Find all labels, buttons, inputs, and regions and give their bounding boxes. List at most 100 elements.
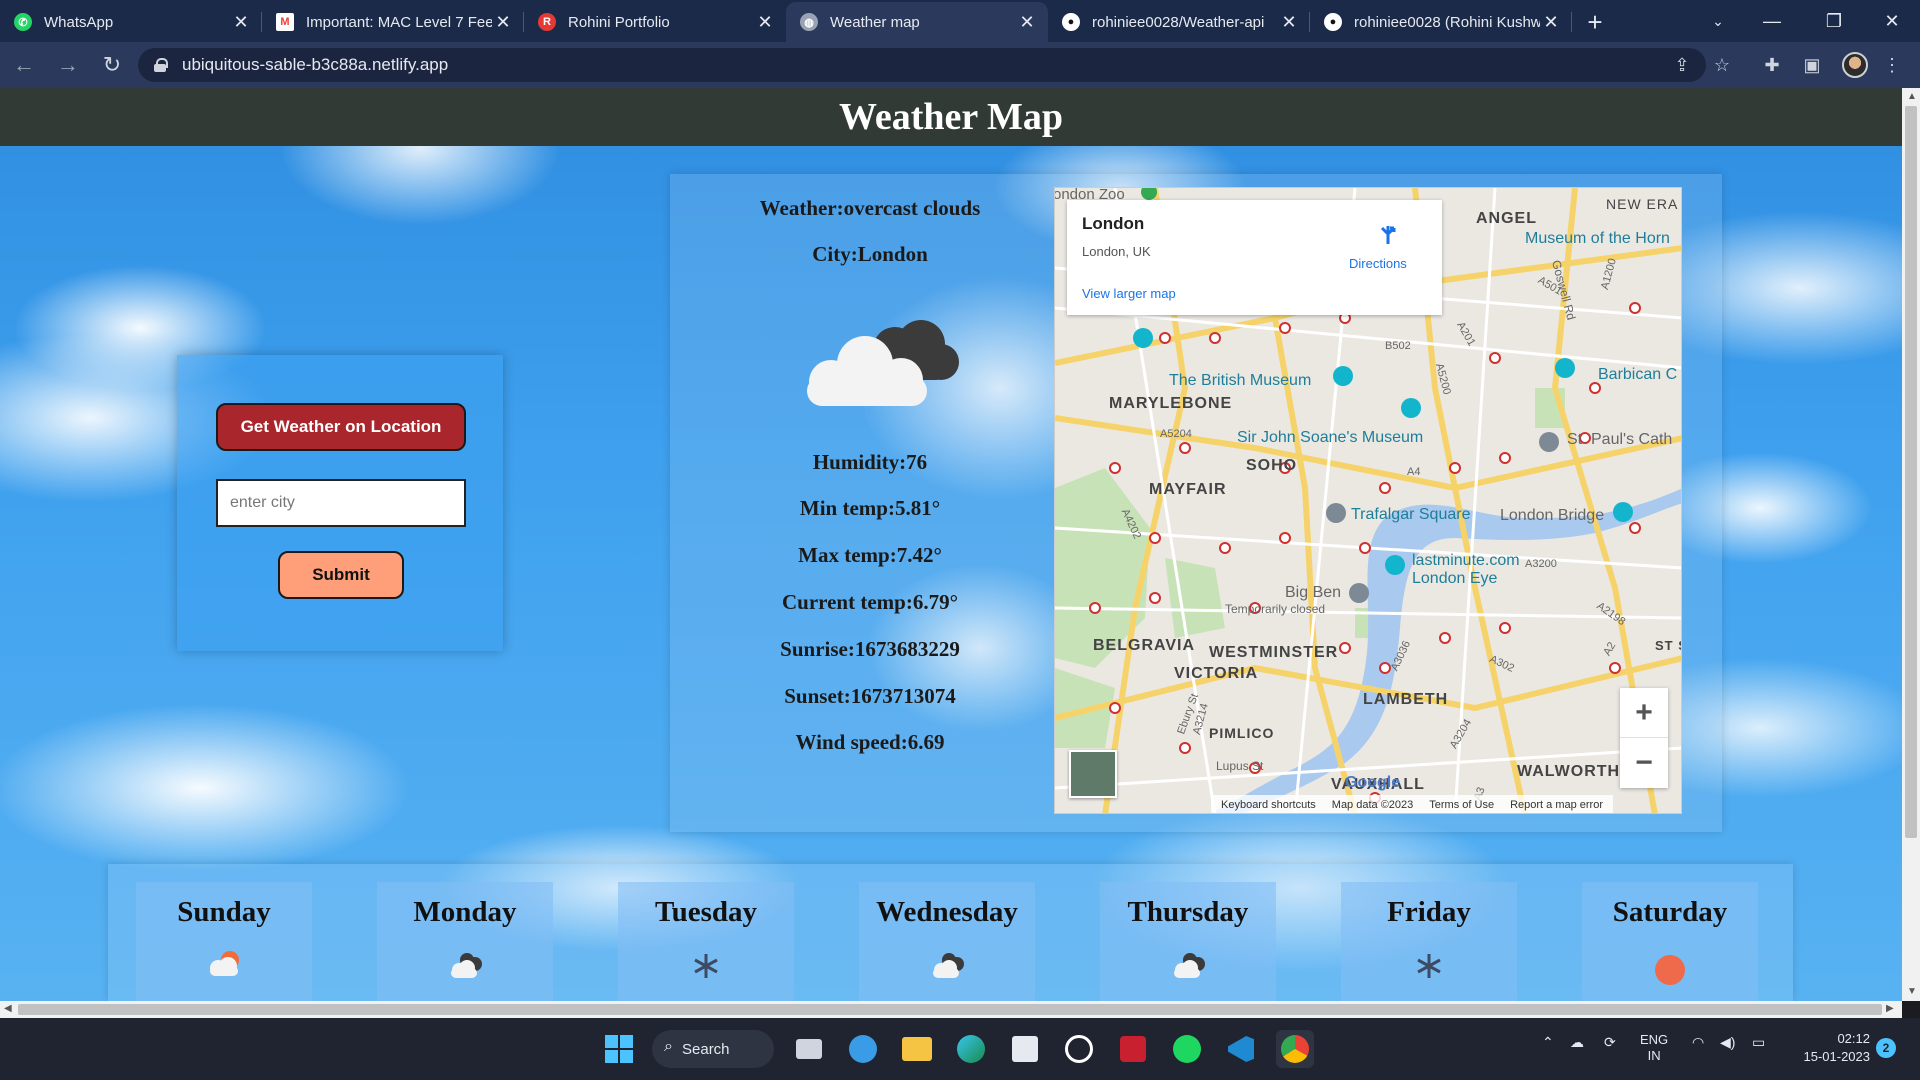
task-view-icon[interactable]: [790, 1030, 828, 1068]
directions-link[interactable]: Directions: [1349, 256, 1407, 271]
humidity-value: Humidity:76: [812, 450, 928, 474]
tab-portfolio[interactable]: R Rohini Portfolio ✕: [524, 2, 786, 42]
terms-link[interactable]: Terms of Use: [1429, 799, 1494, 811]
wifi-icon[interactable]: ◠: [1692, 1034, 1704, 1051]
vertical-scrollbar[interactable]: ▲ ▼: [1902, 88, 1920, 1001]
restore-button[interactable]: ❐: [1806, 0, 1862, 42]
mcafee-icon[interactable]: [1114, 1030, 1152, 1068]
close-icon[interactable]: ✕: [1016, 12, 1038, 33]
help-icon[interactable]: [844, 1030, 882, 1068]
close-icon[interactable]: ✕: [1540, 12, 1562, 33]
current-temp-value: Current temp:6.79°: [782, 590, 958, 614]
sync-icon[interactable]: ⟳: [1604, 1034, 1616, 1051]
snowflake-icon: [1417, 954, 1441, 978]
day-card: Sunday: [136, 882, 312, 1001]
forward-arrow-icon[interactable]: →: [48, 45, 88, 85]
day-card: Friday: [1341, 882, 1517, 1001]
menu-dots-icon[interactable]: ⋮: [1880, 53, 1904, 77]
tab-whatsapp[interactable]: ✆ WhatsApp ✕: [0, 2, 262, 42]
horizontal-scroll-thumb[interactable]: [18, 1004, 1882, 1015]
zoom-out-button[interactable]: −: [1620, 738, 1668, 788]
sunset-value: Sunset:1673713074: [784, 684, 956, 708]
tab-github-profile[interactable]: ● rohiniee0028 (Rohini Kushw ✕: [1310, 2, 1572, 42]
page-viewport: Weather Map Get Weather on Location Subm…: [0, 88, 1902, 1001]
tab-weather-map[interactable]: ◍ Weather map ✕: [786, 2, 1048, 42]
map-place-address: London, UK: [1082, 244, 1151, 259]
new-tab-button[interactable]: +: [1572, 2, 1618, 42]
onedrive-icon[interactable]: ☁: [1570, 1034, 1584, 1051]
vertical-scroll-thumb[interactable]: [1905, 106, 1917, 838]
dark-cloud-icon: [451, 953, 482, 978]
region-code: IN: [1647, 1048, 1661, 1063]
gmail-icon: M: [276, 13, 294, 31]
volume-icon[interactable]: ◀): [1720, 1034, 1735, 1051]
min-temp-value: Min temp:5.81°: [799, 496, 941, 520]
edge-icon[interactable]: [952, 1030, 990, 1068]
chevron-up-icon[interactable]: ⌃: [1542, 1034, 1554, 1051]
keyboard-shortcuts-link[interactable]: Keyboard shortcuts: [1221, 799, 1316, 811]
map-zoom-control: + −: [1620, 688, 1668, 788]
close-icon[interactable]: ✕: [230, 12, 252, 33]
map-label: Barbican C: [1598, 366, 1678, 383]
weather-panel: Weather:overcast clouds City:London Humi…: [670, 174, 1722, 832]
map-label: A5204: [1160, 428, 1192, 440]
taskbar-search[interactable]: ⌕ Search: [652, 1030, 774, 1068]
day-name: Sunday: [177, 896, 271, 928]
view-larger-map-link[interactable]: View larger map: [1082, 286, 1176, 301]
file-explorer-icon[interactable]: [898, 1030, 936, 1068]
get-weather-location-button[interactable]: Get Weather on Location: [216, 403, 466, 451]
clock-time: 02:12: [1837, 1031, 1870, 1046]
day-name: Wednesday: [876, 896, 1018, 928]
satellite-toggle[interactable]: [1069, 750, 1117, 798]
scroll-right-icon[interactable]: ▶: [1886, 1003, 1894, 1014]
language-indicator[interactable]: ENG IN: [1640, 1032, 1668, 1064]
minimize-button[interactable]: —: [1744, 0, 1800, 42]
directions-icon[interactable]: [1377, 224, 1399, 246]
city-input[interactable]: [216, 479, 466, 527]
day-card: Saturday: [1582, 882, 1758, 1001]
spotify-icon[interactable]: [1168, 1030, 1206, 1068]
close-icon[interactable]: ✕: [492, 12, 514, 33]
day-name: Thursday: [1127, 896, 1249, 928]
chrome-icon[interactable]: [1276, 1030, 1314, 1068]
map-embed[interactable]: ondon Zoo NEW ERA ANGEL Museum of the Ho…: [1054, 187, 1682, 814]
close-icon[interactable]: ✕: [1278, 12, 1300, 33]
notification-badge[interactable]: 2: [1876, 1038, 1896, 1058]
clock[interactable]: 02:12 15-01-2023: [1790, 1030, 1871, 1066]
close-icon[interactable]: ✕: [754, 12, 776, 33]
scroll-up-icon[interactable]: ▲: [1907, 91, 1917, 102]
side-panel-icon[interactable]: ▣: [1800, 53, 1824, 77]
map-label: NEW ERA: [1606, 196, 1679, 212]
map-data-text: Map data ©2023: [1331, 799, 1414, 811]
map-place-name: London: [1082, 214, 1145, 233]
battery-icon[interactable]: ▭: [1752, 1034, 1765, 1051]
tab-search-icon[interactable]: ⌄: [1690, 0, 1746, 42]
scroll-left-icon[interactable]: ◀: [4, 1003, 12, 1014]
lock-icon[interactable]: [154, 58, 168, 72]
zoom-in-button[interactable]: +: [1620, 688, 1668, 738]
day-card: Monday: [377, 882, 553, 1001]
tab-gmail[interactable]: M Important: MAC Level 7 Fee ✕: [262, 2, 524, 42]
store-icon[interactable]: [1006, 1030, 1044, 1068]
submit-button[interactable]: Submit: [278, 551, 404, 599]
map-label: London Bridge: [1500, 507, 1605, 524]
report-error-link[interactable]: Report a map error: [1510, 799, 1603, 811]
map-label: ST S: [1655, 638, 1681, 653]
extensions-icon[interactable]: ✚: [1760, 53, 1784, 77]
tab-github-repo[interactable]: ● rohiniee0028/Weather-api ✕: [1048, 2, 1310, 42]
profile-avatar[interactable]: [1842, 52, 1868, 78]
scroll-down-icon[interactable]: ▼: [1907, 986, 1917, 997]
horizontal-scrollbar[interactable]: ◀ ▶: [0, 1001, 1902, 1018]
github-desktop-icon[interactable]: [1060, 1030, 1098, 1068]
bookmark-star-icon[interactable]: ☆: [1710, 53, 1734, 77]
back-arrow-icon[interactable]: ←: [4, 45, 44, 85]
address-bar[interactable]: ubiquitous-sable-b3c88a.netlify.app: [138, 48, 1706, 82]
map-label: Museum of the Horn: [1525, 230, 1670, 247]
share-icon[interactable]: ⇪: [1670, 53, 1694, 77]
map-label: The British Museum: [1169, 372, 1312, 389]
start-icon[interactable]: [600, 1030, 638, 1068]
reload-icon[interactable]: ↻: [92, 45, 132, 85]
wind-speed-value: Wind speed:6.69: [795, 730, 945, 754]
vscode-icon[interactable]: [1222, 1030, 1260, 1068]
close-window-button[interactable]: ✕: [1864, 0, 1920, 42]
